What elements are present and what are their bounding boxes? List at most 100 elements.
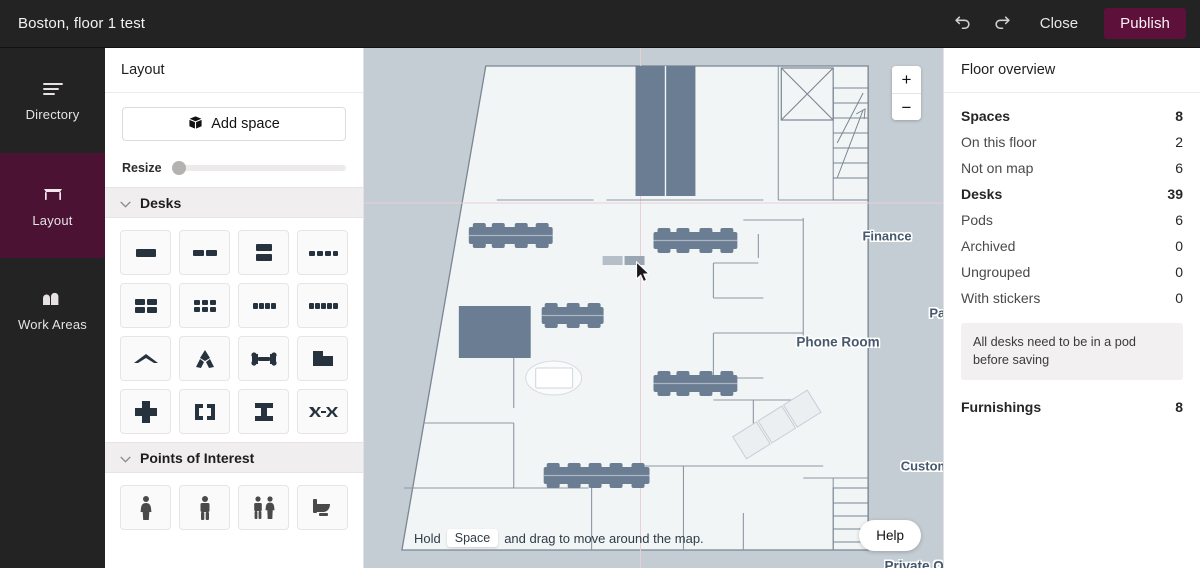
stat-label: Ungrouped	[961, 264, 1031, 280]
poi-tile-restroom-all-icon[interactable]	[238, 485, 289, 530]
desk-tile-desk-brackets[interactable]	[179, 389, 230, 434]
top-bar: Boston, floor 1 test Close Publish	[0, 0, 1200, 48]
main-body: Directory Layout Work Areas Layout Add s…	[0, 48, 1200, 568]
round-table-shape	[525, 360, 583, 396]
layout-panel-title: Layout	[105, 48, 363, 93]
desk-tile-desk-block-6[interactable]	[179, 283, 230, 328]
chevron-down-icon	[120, 450, 131, 466]
phone-room-shape	[458, 306, 531, 358]
stat-label: Archived	[961, 238, 1016, 254]
publish-button[interactable]: Publish	[1104, 8, 1186, 39]
floorplan-drawing	[364, 48, 943, 568]
section-title: Points of Interest	[140, 449, 255, 466]
top-bar-actions: Close Publish	[950, 8, 1186, 39]
sidebar-item-directory[interactable]: Directory	[0, 48, 105, 153]
resize-slider[interactable]	[171, 161, 346, 175]
desk-tile-grid	[105, 218, 363, 442]
stat-value: 0	[1175, 290, 1183, 306]
floor-stats-list: Spaces 8 On this floor 2 Not on map 6 De…	[944, 93, 1200, 311]
desk-tile-desk-corner[interactable]	[297, 336, 348, 381]
close-button[interactable]: Close	[1030, 11, 1088, 36]
desk-tile-desk-double-split[interactable]	[179, 230, 230, 275]
desk-tile-desk-double-x[interactable]	[297, 389, 348, 434]
desk-tile-desk-block-4[interactable]	[120, 283, 171, 328]
stat-label: Pods	[961, 212, 993, 228]
stat-label: Furnishings	[961, 398, 1042, 415]
desk-tile-desk-single[interactable]	[120, 230, 171, 275]
redo-icon[interactable]	[990, 11, 1016, 37]
zoom-out-button[interactable]: −	[892, 93, 921, 120]
desk-tile-desk-curve[interactable]	[120, 336, 171, 381]
stat-row: On this floor 2	[961, 129, 1183, 155]
map-pan-hint: Hold Space and drag to move around the m…	[414, 529, 704, 547]
poi-tile-toilet-icon[interactable]	[297, 485, 348, 530]
stat-label: Desks	[961, 186, 1003, 202]
sidebar-item-label: Layout	[32, 212, 73, 228]
chevron-down-icon	[120, 195, 131, 211]
validation-warning: All desks need to be in a pod before sav…	[961, 323, 1183, 380]
zoom-in-button[interactable]: +	[892, 66, 921, 93]
work-areas-icon	[40, 289, 65, 308]
resize-label: Resize	[122, 161, 162, 175]
floorplan-canvas[interactable]: Meeting Room A Phone Room Private Office…	[364, 48, 943, 568]
hint-prefix: Hold	[414, 530, 441, 546]
resize-control: Resize	[122, 161, 346, 175]
nav-rail: Directory Layout Work Areas	[0, 48, 105, 568]
stat-row: Archived 0	[961, 233, 1183, 259]
sidebar-item-label: Work Areas	[18, 317, 87, 332]
stat-value: 39	[1167, 186, 1183, 202]
box-icon	[188, 115, 203, 134]
sidebar-item-layout[interactable]: Layout	[0, 153, 105, 258]
slider-handle[interactable]	[171, 161, 186, 175]
undo-icon[interactable]	[950, 11, 976, 37]
table-icon	[41, 184, 65, 204]
section-points-of-interest[interactable]: Points of Interest	[105, 442, 363, 473]
furnishings-section: Furnishings 8	[944, 380, 1200, 420]
desk-tile-desk-row-dense-5[interactable]	[297, 283, 348, 328]
stat-value: 6	[1175, 212, 1183, 228]
layout-panel-body: Add space Resize Desks Points of Interes…	[105, 93, 363, 568]
stat-label: Not on map	[961, 160, 1034, 176]
layout-panel-controls: Add space Resize	[105, 93, 363, 187]
sidebar-item-label: Directory	[25, 106, 80, 122]
stat-label: Spaces	[961, 108, 1011, 124]
add-space-label: Add space	[211, 116, 280, 132]
help-button[interactable]: Help	[859, 520, 921, 551]
map-zoom-controls: + −	[892, 66, 921, 120]
stat-value: 0	[1175, 264, 1183, 280]
stat-row: Ungrouped 0	[961, 259, 1183, 285]
desk-tile-desk-cross[interactable]	[120, 389, 171, 434]
shaft-shape	[780, 67, 834, 121]
stat-row: Not on map 6	[961, 155, 1183, 181]
meeting-room-shape	[635, 66, 696, 196]
app-root: Boston, floor 1 test Close Publish Direc…	[0, 0, 1200, 568]
desk-tile-desk-h-cluster[interactable]	[238, 389, 289, 434]
stat-row: Furnishings 8	[961, 394, 1183, 420]
desk-tile-desk-bone[interactable]	[238, 336, 289, 381]
page-title: Boston, floor 1 test	[18, 15, 146, 32]
section-title: Desks	[140, 194, 182, 211]
directory-icon	[41, 80, 65, 98]
poi-tile-grid	[105, 473, 363, 538]
desk-tile-desk-row-dense-4[interactable]	[238, 283, 289, 328]
poi-tile-restroom-women-icon[interactable]	[120, 485, 171, 530]
stat-value: 8	[1175, 108, 1183, 124]
stat-row: With stickers 0	[961, 285, 1183, 311]
hint-suffix: and drag to move around the map.	[504, 530, 704, 546]
stat-value: 0	[1175, 238, 1183, 254]
stat-label: With stickers	[961, 290, 1041, 306]
section-desks[interactable]: Desks	[105, 187, 363, 218]
stat-value: 8	[1175, 398, 1183, 415]
stat-value: 6	[1175, 160, 1183, 176]
desk-tile-desk-stacked-pair[interactable]	[238, 230, 289, 275]
slider-track	[171, 165, 346, 171]
poi-tile-restroom-men-icon[interactable]	[179, 485, 230, 530]
floor-overview-panel: Floor overview Spaces 8 On this floor 2 …	[943, 48, 1200, 568]
stat-row: Pods 6	[961, 207, 1183, 233]
desk-tile-desk-row-4[interactable]	[297, 230, 348, 275]
add-space-button[interactable]: Add space	[122, 107, 346, 141]
sidebar-item-work-areas[interactable]: Work Areas	[0, 258, 105, 363]
stat-value: 2	[1175, 134, 1183, 150]
desk-tile-desk-tri-cluster[interactable]	[179, 336, 230, 381]
stat-row: Desks 39	[961, 181, 1183, 207]
